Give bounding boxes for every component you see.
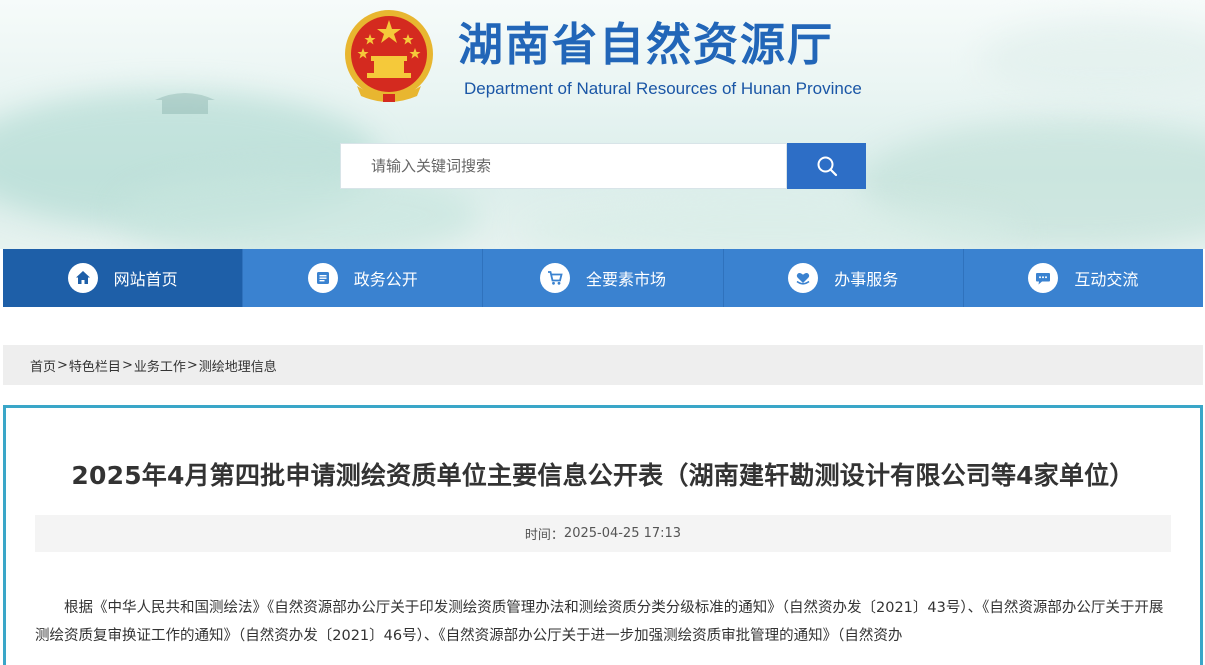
nav-item-interaction[interactable]: 互动交流 <box>964 249 1203 307</box>
nav-item-label: 全要素市场 <box>586 270 667 289</box>
nav-item-label: 互动交流 <box>1074 270 1139 289</box>
site-subtitle: Department of Natural Resources of Hunan… <box>464 79 862 98</box>
site-title: 湖南省自然资源厅 <box>458 18 835 71</box>
nav-item-label: 办事服务 <box>834 270 899 289</box>
breadcrumb-separator: > <box>186 357 198 373</box>
nav-item-label: 政务公开 <box>353 270 418 289</box>
breadcrumb-separator: > <box>121 357 133 373</box>
breadcrumb: 首页 > 特色栏目 > 业务工作 > 测绘地理信息 <box>3 345 1203 385</box>
search-input[interactable] <box>341 144 786 188</box>
nav-item-services[interactable]: 办事服务 <box>724 249 964 307</box>
search-icon <box>817 156 837 177</box>
cart-icon <box>540 263 570 293</box>
search-box <box>340 143 787 189</box>
pavilion-silhouette-icon <box>155 93 215 114</box>
national-emblem-icon <box>345 10 433 102</box>
breadcrumb-featured-link[interactable]: 特色栏目 <box>69 356 121 375</box>
publish-time-label: 时间： <box>524 528 564 543</box>
document-icon <box>307 263 338 293</box>
breadcrumb-separator: > <box>57 357 68 373</box>
home-icon <box>67 263 98 293</box>
search-button[interactable] <box>787 143 866 189</box>
breadcrumb-surveying-link[interactable]: 测绘地理信息 <box>199 356 277 375</box>
heart-hand-icon <box>788 263 819 293</box>
site-header: 湖南省自然资源厅 Department of Natural Resources… <box>0 0 1205 249</box>
article-body: 根据《中华人民共和国测绘法》《自然资源部办公厅关于印发测绘资质管理办法和测绘资质… <box>35 600 1164 644</box>
nav-item-label: 网站首页 <box>113 270 178 289</box>
article-title: 2025年4月第四批申请测绘资质单位主要信息公开表（湖南建轩勘测设计有限公司等4… <box>71 461 1135 490</box>
nav-item-gov-affairs[interactable]: 政务公开 <box>243 249 484 307</box>
nav-item-home[interactable]: 网站首页 <box>3 249 244 307</box>
main-nav: 网站首页 政务公开 全要素市场 办事服务 互动交流 <box>3 249 1203 307</box>
nav-item-market[interactable]: 全要素市场 <box>483 249 724 307</box>
article-meta: 时间： 2025-04-25 17:13 <box>35 515 1171 552</box>
breadcrumb-business-link[interactable]: 业务工作 <box>134 356 186 375</box>
article-panel: 2025年4月第四批申请测绘资质单位主要信息公开表（湖南建轩勘测设计有限公司等4… <box>3 405 1203 665</box>
background-mist <box>980 20 1205 100</box>
chat-icon <box>1028 263 1059 293</box>
publish-time-value: 2025-04-25 17:13 <box>563 526 682 541</box>
breadcrumb-home-link[interactable]: 首页 <box>30 356 56 375</box>
